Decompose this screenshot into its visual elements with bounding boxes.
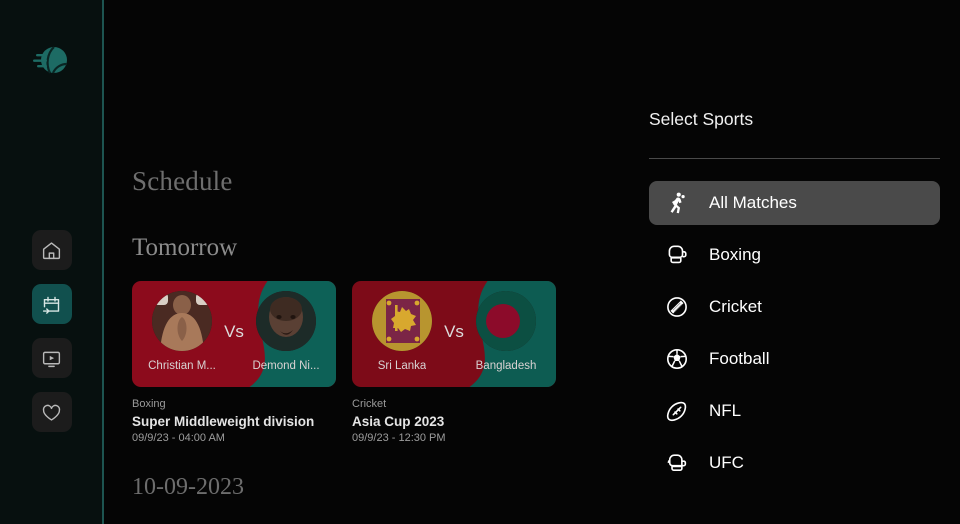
soccer-ball-glyph	[666, 348, 688, 369]
match-sport: Cricket	[352, 398, 387, 410]
cricket-ball-glyph	[667, 296, 687, 317]
sports-item-label: NFL	[709, 400, 742, 420]
mma-glove-icon	[659, 450, 695, 476]
match-card[interactable]: Sri Lanka Bangladesh Vs Cricket Asia Cup…	[352, 281, 556, 447]
match-title: Super Middleweight division	[132, 413, 315, 429]
calendar-arrow-icon	[42, 296, 60, 314]
boxer-portrait-icon	[256, 291, 316, 351]
match-title: Asia Cup 2023	[352, 413, 445, 429]
day-group-label: Tomorrow	[132, 234, 238, 261]
sports-list: All Matches Boxing Cricket Football NFL …	[649, 180, 940, 493]
competitor-left: Christian M...	[144, 291, 220, 372]
avatar	[152, 291, 212, 351]
handball-player-icon	[659, 190, 695, 216]
sports-item-label: Cricket	[709, 296, 762, 316]
match-card[interactable]: Christian M... Demond Ni... Vs Boxing Su…	[132, 281, 336, 447]
sports-item-boxing[interactable]: Boxing	[649, 233, 940, 277]
competitor-left: Sri Lanka	[364, 291, 440, 372]
avatar	[372, 291, 432, 351]
match-card-artwork[interactable]: Sri Lanka Bangladesh Vs	[352, 281, 556, 387]
bangladesh-flag-icon	[476, 291, 536, 351]
sidebar-item-live-tv[interactable]	[31, 338, 72, 378]
heart-icon	[42, 404, 61, 421]
american-football-glyph	[666, 401, 687, 421]
sidebar-item-schedule[interactable]	[31, 284, 72, 324]
sports-item-label: UFC	[709, 452, 744, 472]
sports-item-label: Boxing	[709, 244, 761, 264]
competitor-name: Sri Lanka	[377, 360, 427, 372]
avatar	[256, 291, 316, 351]
match-time: 09/9/23 - 04:00 AM	[132, 432, 225, 445]
sports-item-label: Football	[709, 348, 770, 368]
sports-item-football[interactable]: Football	[649, 337, 940, 381]
sports-panel-title: Select Sports	[649, 109, 754, 129]
sports-item-label: All Matches	[709, 192, 797, 212]
page-title: Schedule	[132, 166, 233, 196]
match-card-meta: Boxing Super Middleweight division 09/9/…	[132, 387, 336, 447]
match-card-artwork[interactable]: Christian M... Demond Ni... Vs	[132, 281, 336, 387]
sidebar-rail	[0, 0, 104, 524]
app-window: Schedule Tomorrow Christian M... Demond …	[0, 0, 960, 524]
boxer-portrait-icon	[152, 291, 212, 351]
tv-play-icon	[42, 351, 61, 367]
sidebar-nav	[31, 230, 72, 432]
sports-item-nfl[interactable]: NFL	[649, 389, 940, 433]
sidebar-item-home[interactable]	[31, 230, 72, 270]
tennis-ball-motion-icon	[32, 46, 67, 74]
competitor-right: Bangladesh	[468, 291, 544, 372]
soccer-ball-icon	[659, 346, 695, 372]
american-football-icon	[659, 398, 695, 424]
home-icon	[42, 241, 61, 259]
sri-lanka-flag-icon	[372, 291, 432, 351]
competitor-name: Demond Ni...	[252, 360, 320, 372]
boxing-glove-glyph	[668, 245, 687, 263]
match-time: 09/9/23 - 12:30 PM	[352, 432, 446, 445]
match-card-list: Christian M... Demond Ni... Vs Boxing Su…	[132, 281, 625, 447]
sports-filter-panel: Select Sports All Matches Boxing Cricket…	[625, 0, 960, 524]
schedule-column: Schedule Tomorrow Christian M... Demond …	[104, 0, 625, 524]
sports-item-cricket[interactable]: Cricket	[649, 285, 940, 329]
match-sport: Boxing	[132, 398, 166, 410]
sidebar-item-favorites[interactable]	[31, 392, 72, 432]
handball-player-glyph	[670, 192, 685, 213]
sports-item-ufc[interactable]: UFC	[649, 441, 940, 485]
app-logo	[30, 38, 74, 82]
mma-glove-glyph	[667, 453, 687, 471]
cricket-ball-icon	[659, 294, 695, 320]
avatar	[476, 291, 536, 351]
boxing-glove-icon	[659, 242, 695, 268]
next-day-label: 10-09-2023	[132, 474, 244, 501]
match-card-meta: Cricket Asia Cup 2023 09/9/23 - 12:30 PM	[352, 387, 556, 447]
divider	[649, 157, 940, 159]
competitor-name: Bangladesh	[475, 360, 537, 372]
competitor-right: Demond Ni...	[248, 291, 324, 372]
competitor-name: Christian M...	[148, 360, 216, 372]
sports-item-all-matches[interactable]: All Matches	[649, 180, 940, 225]
